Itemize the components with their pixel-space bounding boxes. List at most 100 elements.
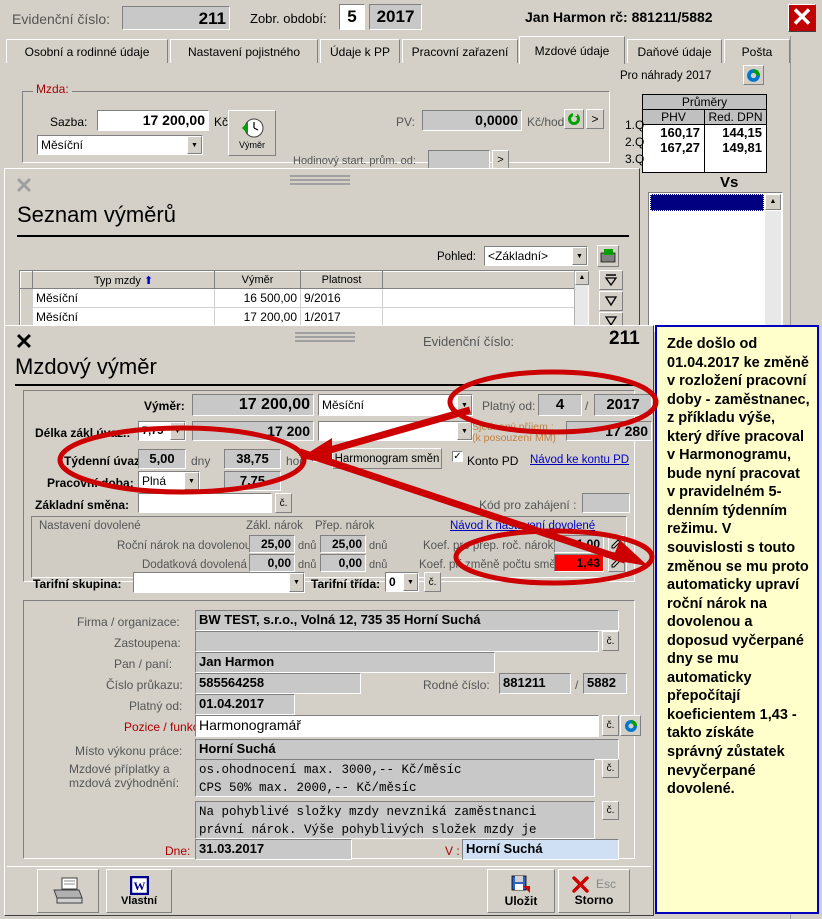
- dovolena-link[interactable]: Návod k nastavení dovolené: [450, 520, 595, 532]
- pozice-lookup-button[interactable]: č.: [602, 715, 619, 736]
- poznamka-lookup-button[interactable]: č.: [602, 801, 619, 820]
- chevron-down-icon[interactable]: ▼: [170, 422, 185, 440]
- scroll-up-icon[interactable]: ▲: [575, 271, 589, 285]
- harmonogram-checkbox[interactable]: [312, 451, 323, 462]
- kod-zahajeni-value[interactable]: [582, 493, 630, 513]
- vymer-label: Výměr:: [144, 399, 185, 413]
- grid-col-platnost[interactable]: Platnost: [300, 271, 383, 289]
- tarifni-trida-combo[interactable]: 0 ▼: [385, 572, 419, 592]
- refresh-icon-button[interactable]: [564, 109, 584, 129]
- hourly-start-next-button[interactable]: >: [492, 150, 509, 169]
- konto-pd-checkbox[interactable]: ✓: [452, 451, 463, 462]
- chevron-down-icon[interactable]: ▼: [457, 395, 472, 415]
- hourly-start-field[interactable]: [428, 150, 490, 169]
- word-icon: W: [129, 875, 149, 895]
- pozice-input[interactable]: Harmonogramář: [195, 715, 599, 737]
- print-button[interactable]: [37, 869, 99, 913]
- tab-pracovni-zarazeni[interactable]: Pracovní zařazení: [402, 39, 518, 63]
- valid-from-month[interactable]: 4: [538, 394, 582, 416]
- tydenni-label: Týdenní úvaz.:: [64, 454, 148, 468]
- first-record-button[interactable]: [599, 270, 623, 290]
- zastoupena-lookup-button[interactable]: č.: [602, 631, 619, 651]
- tab-danove-udaje[interactable]: Daňové údaje: [627, 39, 722, 63]
- dodatkova-prep: 0,00: [320, 554, 366, 572]
- koef-prep-edit-button[interactable]: [608, 535, 625, 553]
- tydenni-days-value[interactable]: 5,00: [138, 449, 186, 469]
- sazba-input[interactable]: 17 200,00: [97, 110, 209, 131]
- tarifni-trida-lookup-button[interactable]: č.: [424, 572, 441, 592]
- seznam-vymeru-window: ✕ Seznam výměrů Pohled: <Základní> ▼ Typ…: [4, 168, 640, 333]
- vymery-grid[interactable]: Typ mzdy ⬆ Výměr Platnost Měsíční 16 500…: [19, 270, 589, 328]
- chevron-down-icon[interactable]: ▼: [289, 573, 304, 592]
- vs-list-selected-row[interactable]: [650, 194, 764, 211]
- delka-combo[interactable]: 7,75 ▼: [138, 421, 186, 441]
- tab-label: Pošta: [741, 44, 773, 59]
- period-month-field[interactable]: 5: [339, 4, 365, 30]
- save-button[interactable]: Uložit: [487, 869, 555, 913]
- firma-label: Firma / organizace:: [77, 615, 180, 629]
- chevron-down-icon[interactable]: ▼: [187, 136, 202, 154]
- platny-od-value: 01.04.2017: [195, 694, 295, 715]
- close-icon[interactable]: ✕: [788, 4, 816, 32]
- v-value[interactable]: Horní Suchá: [462, 839, 619, 860]
- window-grip[interactable]: [290, 175, 350, 185]
- vlastni-button[interactable]: W Vlastní: [106, 869, 172, 913]
- chevron-down-icon[interactable]: ▼: [457, 422, 472, 440]
- svg-text:W: W: [133, 879, 145, 893]
- chevron-down-icon[interactable]: ▼: [572, 247, 587, 265]
- cislo-prukazu-value[interactable]: 585564258: [195, 673, 361, 694]
- window-grip[interactable]: [295, 332, 355, 342]
- tab-udaje-k-pp[interactable]: Údaje k PP: [320, 39, 400, 63]
- tab-nastaveni-pojistneho[interactable]: Nastavení pojistného: [170, 39, 318, 63]
- vymer-value[interactable]: 17 200,00: [192, 394, 314, 416]
- delka-extra-combo[interactable]: ▼: [318, 421, 473, 441]
- dovolena-col1-label: Zákl. nárok: [246, 520, 303, 532]
- grid-scrollbar[interactable]: ▲: [574, 271, 589, 327]
- konto-pd-link[interactable]: Návod ke kontu PD: [530, 454, 629, 466]
- zakladni-smena-input[interactable]: [138, 493, 272, 513]
- tab-mzdove-udaje[interactable]: Mzdové údaje: [519, 36, 625, 64]
- priplatky-textarea[interactable]: os.ohodnocení max. 3000,-- Kč/měsíc CPS …: [195, 759, 595, 797]
- cancel-button[interactable]: Esc Storno: [558, 869, 630, 913]
- grid-col-typ-mzdy[interactable]: Typ mzdy ⬆: [32, 271, 215, 289]
- pan-pani-label: Pan / paní:: [114, 657, 173, 671]
- grid-col-vymer[interactable]: Výměr: [214, 271, 301, 289]
- seznam-window-title: Seznam výměrů: [17, 202, 176, 227]
- pracovni-doba-combo[interactable]: Plná ▼: [138, 471, 200, 491]
- zakladni-smena-lookup-button[interactable]: č.: [275, 493, 292, 513]
- table-row[interactable]: Měsíční 16 500,00 9/2016: [20, 288, 588, 308]
- period-year-field[interactable]: 2017: [369, 4, 422, 30]
- prev-record-button[interactable]: [599, 291, 623, 311]
- refresh-icon: [747, 68, 760, 82]
- vs-list[interactable]: ▲: [648, 192, 783, 332]
- export-button[interactable]: [597, 245, 619, 267]
- vymer-type-combo[interactable]: Měsíční ▼: [318, 394, 473, 416]
- close-icon[interactable]: ✕: [11, 329, 37, 355]
- chevron-down-icon[interactable]: ▼: [403, 573, 418, 591]
- poznamka-textarea[interactable]: Na pohyblivé složky mzdy nevzniká zaměst…: [195, 801, 595, 839]
- valid-from-year[interactable]: 2017: [594, 394, 652, 416]
- harmonogram-smen-button[interactable]: Harmonogram směn: [332, 448, 442, 469]
- next-arrow-button[interactable]: >: [586, 109, 604, 129]
- tarifni-skupina-combo[interactable]: ▼: [133, 572, 305, 593]
- priplatky-lookup-button[interactable]: č.: [602, 759, 619, 778]
- close-icon[interactable]: ✕: [11, 173, 37, 199]
- refresh-icon: [568, 112, 580, 125]
- tab-osobni-a-rodinne-udaje[interactable]: Osobní a rodinné údaje: [6, 39, 168, 63]
- firma-value: BW TEST, s.r.o., Volná 12, 735 35 Horní …: [195, 610, 619, 631]
- cell-note: [382, 307, 588, 327]
- vymer-button[interactable]: Výměr: [228, 110, 276, 156]
- averages-refresh-button[interactable]: [743, 65, 764, 85]
- konto-pd-label: Konto PD: [467, 454, 519, 468]
- tab-posta[interactable]: Pošta: [724, 39, 790, 63]
- chevron-down-icon[interactable]: ▼: [184, 472, 199, 490]
- pozice-refresh-button[interactable]: [620, 715, 641, 736]
- tab-label: Mzdové údaje: [534, 43, 610, 58]
- scroll-up-icon[interactable]: ▲: [765, 194, 781, 210]
- table-row[interactable]: Měsíční 17 200,00 1/2017: [20, 307, 588, 327]
- koef-zmena-edit-button[interactable]: [608, 554, 625, 572]
- pohled-combo[interactable]: <Základní> ▼: [484, 246, 588, 266]
- wage-type-combo[interactable]: Měsíční ▼: [37, 135, 203, 155]
- zastoupena-value[interactable]: [195, 631, 599, 652]
- vs-list-scrollbar[interactable]: [765, 211, 781, 330]
